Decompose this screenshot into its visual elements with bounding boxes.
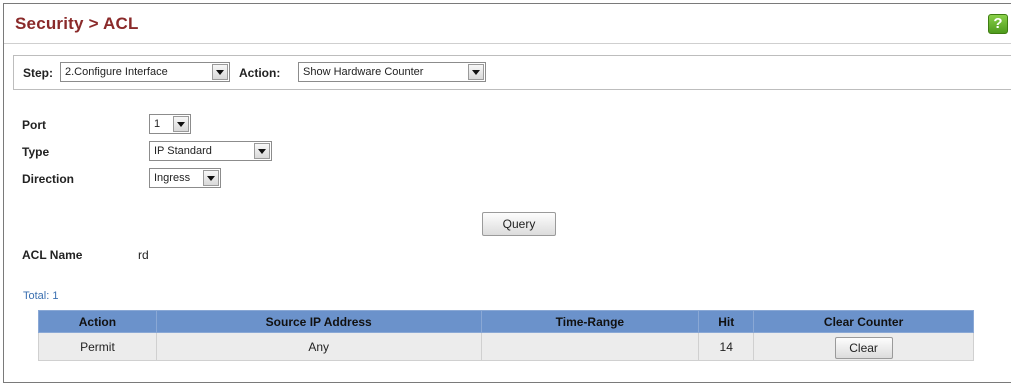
table-header-row: Action Source IP Address Time-Range Hit … [38, 310, 974, 333]
page-title: Security > ACL [15, 14, 139, 33]
chevron-down-icon [173, 116, 189, 132]
action-label: Action: [239, 66, 281, 80]
table-row: Permit Any 14 Clear [38, 332, 974, 361]
type-label: Type [22, 145, 50, 159]
step-select-value: 2.Configure Interface [65, 66, 168, 78]
action-select[interactable]: Show Hardware Counter [298, 62, 486, 82]
help-icon[interactable]: ? [988, 14, 1008, 34]
port-label: Port [22, 118, 46, 132]
step-toolbar: Step: 2.Configure Interface Action: Show… [13, 55, 1011, 90]
step-select[interactable]: 2.Configure Interface [60, 62, 230, 82]
column-header-source-ip: Source IP Address [155, 310, 482, 333]
column-header-time-range: Time-Range [480, 310, 700, 333]
chevron-down-icon [468, 64, 484, 80]
query-button[interactable]: Query [482, 212, 556, 236]
column-header-hit: Hit [698, 310, 755, 333]
direction-select[interactable]: Ingress [149, 168, 221, 188]
clear-counter-button[interactable]: Clear [834, 336, 893, 359]
column-header-action: Action [38, 310, 157, 333]
port-select-value: 1 [154, 118, 161, 130]
cell-hit: 14 [698, 332, 755, 361]
cell-action: Permit [38, 332, 157, 361]
cell-time-range [480, 332, 700, 361]
type-select-value: IP Standard [154, 145, 212, 157]
chevron-down-icon [203, 170, 219, 186]
title-bar: Security > ACL ? [4, 4, 1011, 44]
acl-counter-table: Action Source IP Address Time-Range Hit … [38, 310, 974, 361]
acl-name-label: ACL Name [22, 248, 83, 262]
port-select[interactable]: 1 [149, 114, 191, 134]
direction-label: Direction [22, 172, 75, 186]
total-count: Total: 1 [23, 290, 59, 302]
cell-source-ip: Any [155, 332, 482, 361]
action-select-value: Show Hardware Counter [303, 66, 424, 78]
acl-name-value: rd [138, 248, 149, 262]
chevron-down-icon [254, 143, 270, 159]
acl-panel: Security > ACL ? Step: 2.Configure Inter… [3, 3, 1011, 383]
type-select[interactable]: IP Standard [149, 141, 272, 161]
cell-clear-counter: Clear [753, 332, 974, 361]
direction-select-value: Ingress [154, 172, 191, 184]
column-header-clear-counter: Clear Counter [753, 310, 974, 333]
chevron-down-icon [212, 64, 228, 80]
step-label: Step: [23, 66, 53, 80]
